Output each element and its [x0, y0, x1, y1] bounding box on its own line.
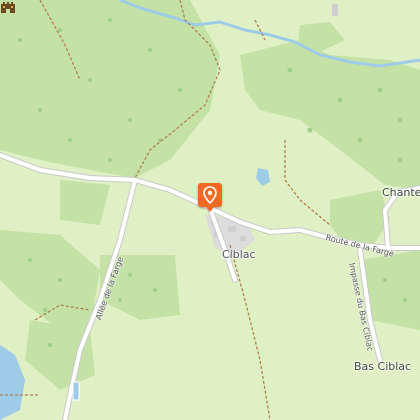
map-pin-icon [203, 186, 217, 204]
place-label-ciblac: Ciblac [222, 248, 256, 261]
castle-icon[interactable] [0, 0, 16, 13]
forest-patch [60, 180, 110, 225]
small-water-basin [72, 381, 80, 401]
forest-west [0, 230, 100, 330]
map-view[interactable]: Chantec Ciblac Bas Ciblac Route de la Fa… [0, 0, 420, 420]
forest-north-west [0, 0, 220, 178]
forest-south-west [25, 320, 95, 390]
place-label-chanteclair: Chantec [382, 186, 420, 199]
place-label-bas-ciblac: Bas Ciblac [354, 360, 412, 373]
location-pin-marker[interactable] [198, 183, 222, 212]
forest-north-east [240, 40, 420, 190]
